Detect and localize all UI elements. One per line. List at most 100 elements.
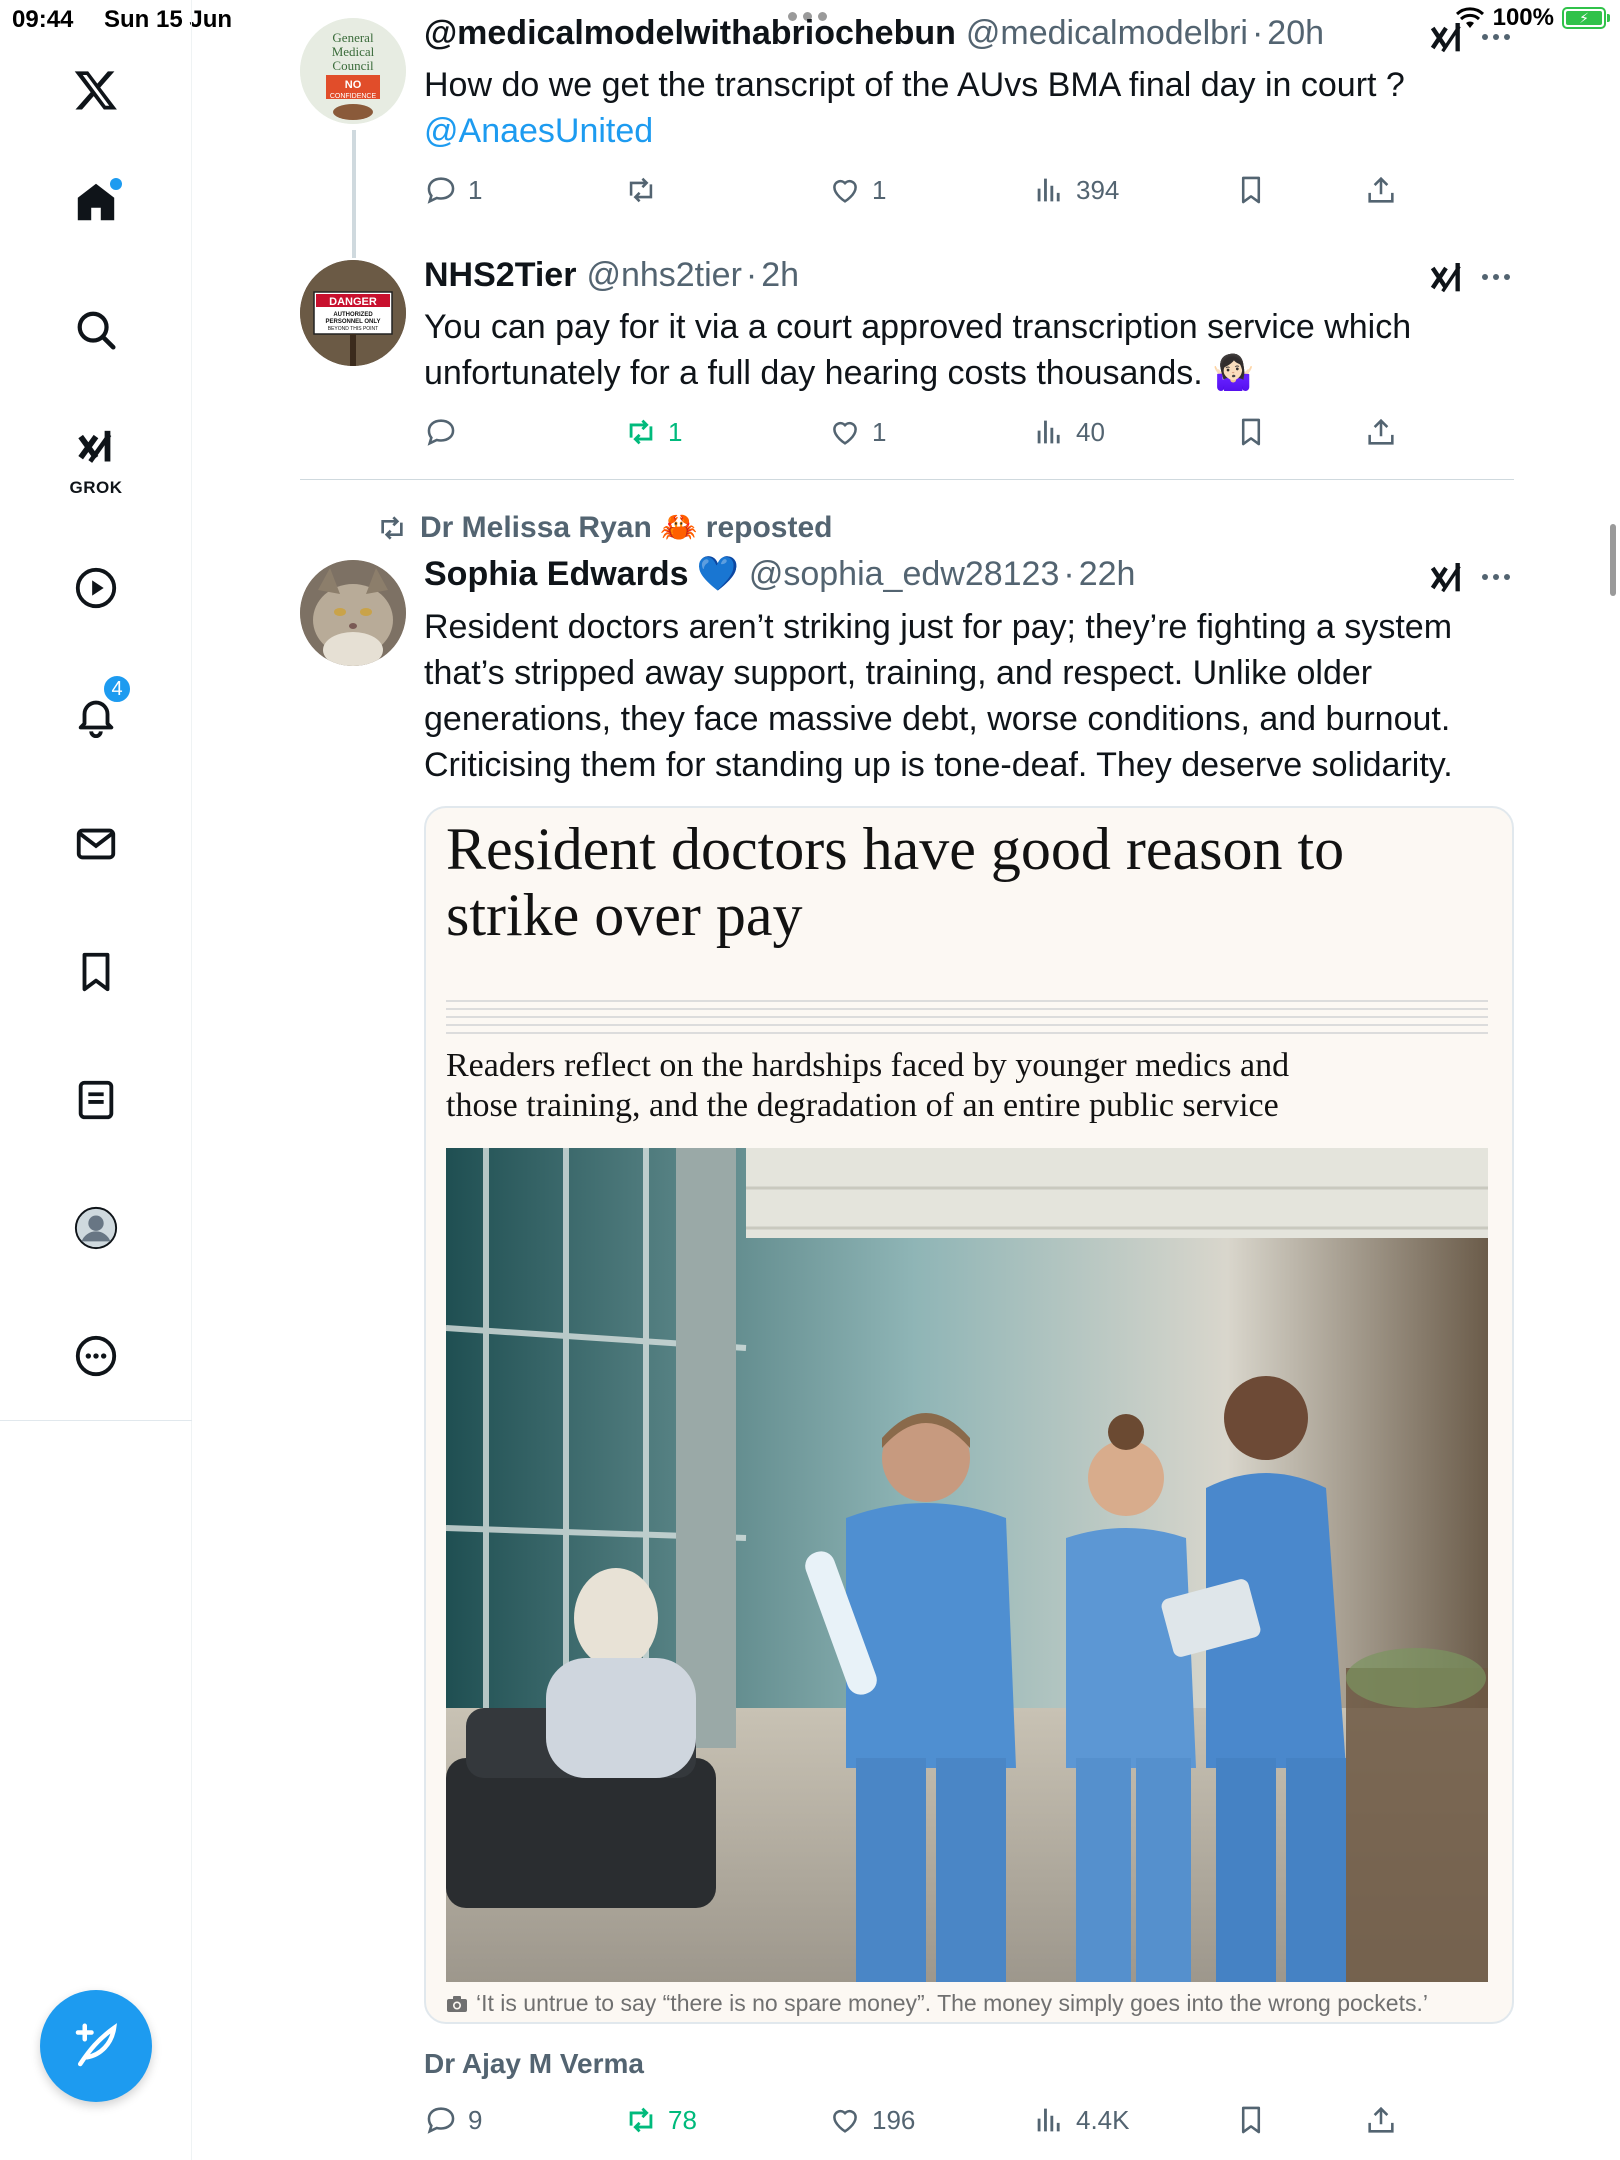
repost-icon-active — [629, 2107, 653, 2133]
tweet-2-text-line: You can pay for it via a court approved … — [424, 308, 1412, 346]
tweet-3-handle[interactable]: @sophia_edw28123 — [749, 555, 1060, 594]
tweet-1-time[interactable]: 20h — [1267, 14, 1324, 53]
tweet-1-header: @medicalmodelwithabriochebun @medicalmod… — [424, 14, 1324, 53]
status-right: 100% ⚡ — [1455, 4, 1610, 32]
tweet-2-repost-button[interactable]: 1 — [624, 410, 682, 454]
tweet-2-bookmark-button[interactable] — [1234, 410, 1268, 454]
tweet-2-handle[interactable]: @nhs2tier — [586, 256, 741, 295]
views-icon — [1037, 178, 1060, 202]
profile-avatar-icon[interactable] — [66, 1198, 126, 1258]
repost-context[interactable]: Dr Melissa Ryan 🦀 reposted — [376, 510, 833, 545]
notifications-icon[interactable]: 4 — [66, 674, 132, 746]
bookmark-icon — [1241, 418, 1261, 446]
svg-text:Medical: Medical — [332, 44, 375, 59]
scroll-indicator[interactable] — [1610, 524, 1616, 596]
tweet-1-grok-icon[interactable] — [1426, 18, 1466, 58]
share-icon — [1368, 176, 1394, 203]
tweet-1-reply-button[interactable]: 1 — [424, 168, 482, 212]
x-logo-icon[interactable] — [66, 60, 126, 120]
repost-context-label: Dr Melissa Ryan 🦀 reposted — [420, 511, 833, 544]
tweet-1-bookmark-button[interactable] — [1234, 168, 1268, 212]
video-icon[interactable] — [66, 558, 126, 618]
tweet-1-avatar[interactable]: General Medical Council NO CONFIDENCE — [300, 18, 406, 124]
tweet-2-share-button[interactable] — [1364, 410, 1398, 454]
battery-percent: 100% — [1492, 4, 1554, 31]
tweet-3-reply-button[interactable]: 9 — [424, 2098, 482, 2142]
tweet-1-reply-count: 1 — [468, 174, 483, 205]
tweet-2-reply-button[interactable] — [424, 410, 468, 454]
tweet-3-more-icon[interactable] — [1482, 574, 1510, 580]
camera-icon — [447, 1995, 467, 2012]
tweet-3-view-count: 4.4K — [1076, 2104, 1130, 2135]
svg-text:BEYOND THIS POINT: BEYOND THIS POINT — [328, 326, 378, 332]
grok-icon[interactable] — [66, 420, 126, 480]
svg-text:PERSONNEL ONLY: PERSONNEL ONLY — [325, 319, 380, 325]
tweet-2-like-button[interactable]: 1 — [828, 410, 886, 454]
article-headline: Resident doctors have good reason to str… — [446, 816, 1446, 948]
tweet-3-time[interactable]: 22h — [1079, 555, 1136, 594]
tweet-3-header: Sophia Edwards 💙 @sophia_edw28123 · 22h — [424, 554, 1135, 594]
article-photo[interactable] — [446, 1148, 1488, 1982]
tweet-2-avatar[interactable]: DANGER AUTHORIZED PERSONNEL ONLY BEYOND … — [300, 260, 406, 366]
repost-context-icon — [381, 515, 403, 540]
bookmarks-icon[interactable] — [66, 942, 126, 1002]
compose-button[interactable] — [40, 1990, 152, 2102]
compose-feather-icon — [75, 2023, 117, 2067]
share-icon — [1368, 418, 1394, 445]
tweet-1-like-button[interactable]: 1 — [828, 168, 886, 212]
tweet-1-author-name[interactable]: @medicalmodelwithabriochebun — [424, 14, 956, 53]
article-card[interactable]: Resident doctors have good reason to str… — [424, 806, 1514, 2024]
tweet-1-views-button[interactable]: 394 — [1032, 168, 1119, 212]
tweet-2-author-name[interactable]: NHS2Tier — [424, 256, 576, 295]
repost-icon — [629, 177, 653, 203]
tweet-2-views-button[interactable]: 40 — [1032, 410, 1105, 454]
home-unread-dot — [110, 178, 122, 190]
article-standfirst-line: Readers reflect on the hardships faced b… — [446, 1047, 1290, 1084]
messages-icon[interactable] — [66, 814, 126, 874]
tweet-2-grok-icon[interactable] — [1426, 258, 1466, 298]
tweet-2-repost-count: 1 — [668, 416, 683, 447]
tweet-2-time[interactable]: 2h — [761, 256, 799, 295]
article-headline-line: Resident doctors have good reason to — [446, 816, 1345, 882]
tweet-2-separator: · — [745, 256, 758, 294]
svg-text:NO: NO — [345, 79, 362, 91]
share-icon — [1368, 2106, 1394, 2133]
tweet-3-grok-icon[interactable] — [1426, 558, 1466, 598]
tweet-1-text-line: How do we get the transcript of the AUvs… — [424, 66, 1405, 104]
article-standfirst-line: those training, and the degradation of a… — [446, 1087, 1279, 1124]
bookmark-icon — [1241, 176, 1261, 204]
search-icon[interactable] — [66, 300, 126, 360]
tweet-3-bookmark-button[interactable] — [1234, 2098, 1268, 2142]
article-headline-line: strike over pay — [446, 882, 803, 948]
tweet-1-mention-link[interactable]: @AnaesUnited — [424, 108, 1524, 154]
verified-heart-icon: 💙 — [696, 555, 739, 593]
tweet-2-more-icon[interactable] — [1482, 274, 1510, 280]
sidebar-divider — [0, 1420, 192, 1421]
tweet-3-repost-button[interactable]: 78 — [624, 2098, 697, 2142]
tweet-1-more-icon[interactable] — [1482, 34, 1510, 40]
reply-icon — [427, 419, 455, 446]
grok-label: GROK — [69, 478, 123, 497]
more-icon[interactable] — [66, 1326, 126, 1386]
article-byline: Dr Ajay M Verma — [424, 2048, 644, 2079]
tweet-1-share-button[interactable] — [1364, 168, 1398, 212]
tweet-3-text: Resident doctors aren’t striking just fo… — [424, 604, 1524, 788]
tweet-1-repost-button[interactable] — [624, 168, 668, 212]
article-rules — [446, 1000, 1488, 1040]
bookmark-icon — [1241, 2106, 1261, 2134]
lists-icon[interactable] — [66, 1070, 126, 1130]
tweet-1-like-count: 1 — [872, 174, 887, 205]
tweet-3-reply-count: 9 — [468, 2104, 483, 2135]
tweet-3-text-line: Resident doctors aren’t striking just fo… — [424, 608, 1453, 646]
thread-connector — [352, 130, 356, 258]
tweet-3-avatar[interactable] — [300, 560, 406, 666]
tweet-3-author-name[interactable]: Sophia Edwards — [424, 555, 689, 594]
tweet-3-like-button[interactable]: 196 — [828, 2098, 915, 2142]
tweet-3-views-button[interactable]: 4.4K — [1032, 2098, 1130, 2142]
tweet-1-handle[interactable]: @medicalmodelbri — [966, 14, 1248, 53]
tweet-1-view-count: 394 — [1076, 174, 1120, 205]
tweet-3-share-button[interactable] — [1364, 2098, 1398, 2142]
reply-icon — [427, 2107, 455, 2134]
home-icon[interactable] — [66, 172, 126, 232]
tweet-3-text-line: that’s stripped away support, training, … — [424, 654, 1373, 692]
